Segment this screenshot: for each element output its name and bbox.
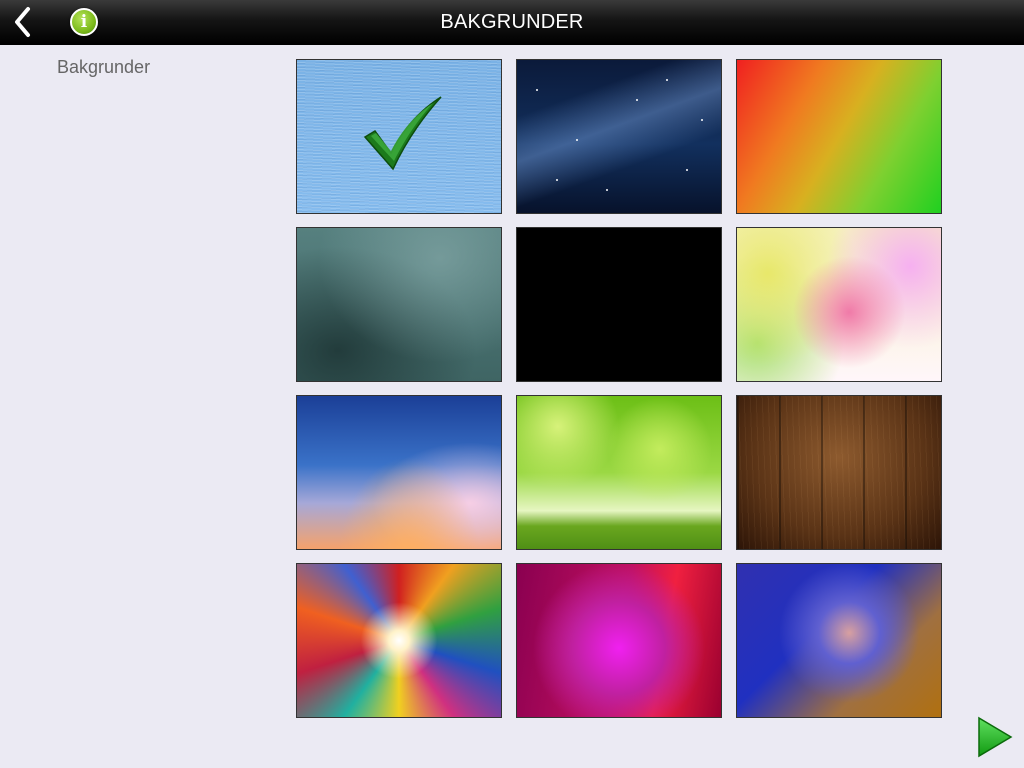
background-tile-color-burst[interactable] [296,563,502,718]
background-grid [296,59,942,718]
play-next-icon [978,716,1013,758]
category-label: Bakgrunder [57,57,151,77]
background-tile-sunset-sky[interactable] [296,395,502,550]
top-bar: i BAKGRUNDER [0,0,1024,45]
background-tile-wood-planks[interactable] [736,395,942,550]
background-tile-starry-night[interactable] [516,59,722,214]
background-tile-pastel-blur[interactable] [736,227,942,382]
background-tile-blue-swirl[interactable] [736,563,942,718]
background-tile-green-bokeh-grass[interactable] [516,395,722,550]
next-button[interactable] [976,716,1014,758]
background-tile-orange-green-mosaic[interactable] [736,59,942,214]
background-tile-blue-paper[interactable] [296,59,502,214]
checkmark-icon [363,96,442,171]
background-tile-magenta-cells[interactable] [516,563,722,718]
page-title: BAKGRUNDER [440,11,584,33]
background-tile-teal-texture[interactable] [296,227,502,382]
background-tile-black[interactable] [516,227,722,382]
